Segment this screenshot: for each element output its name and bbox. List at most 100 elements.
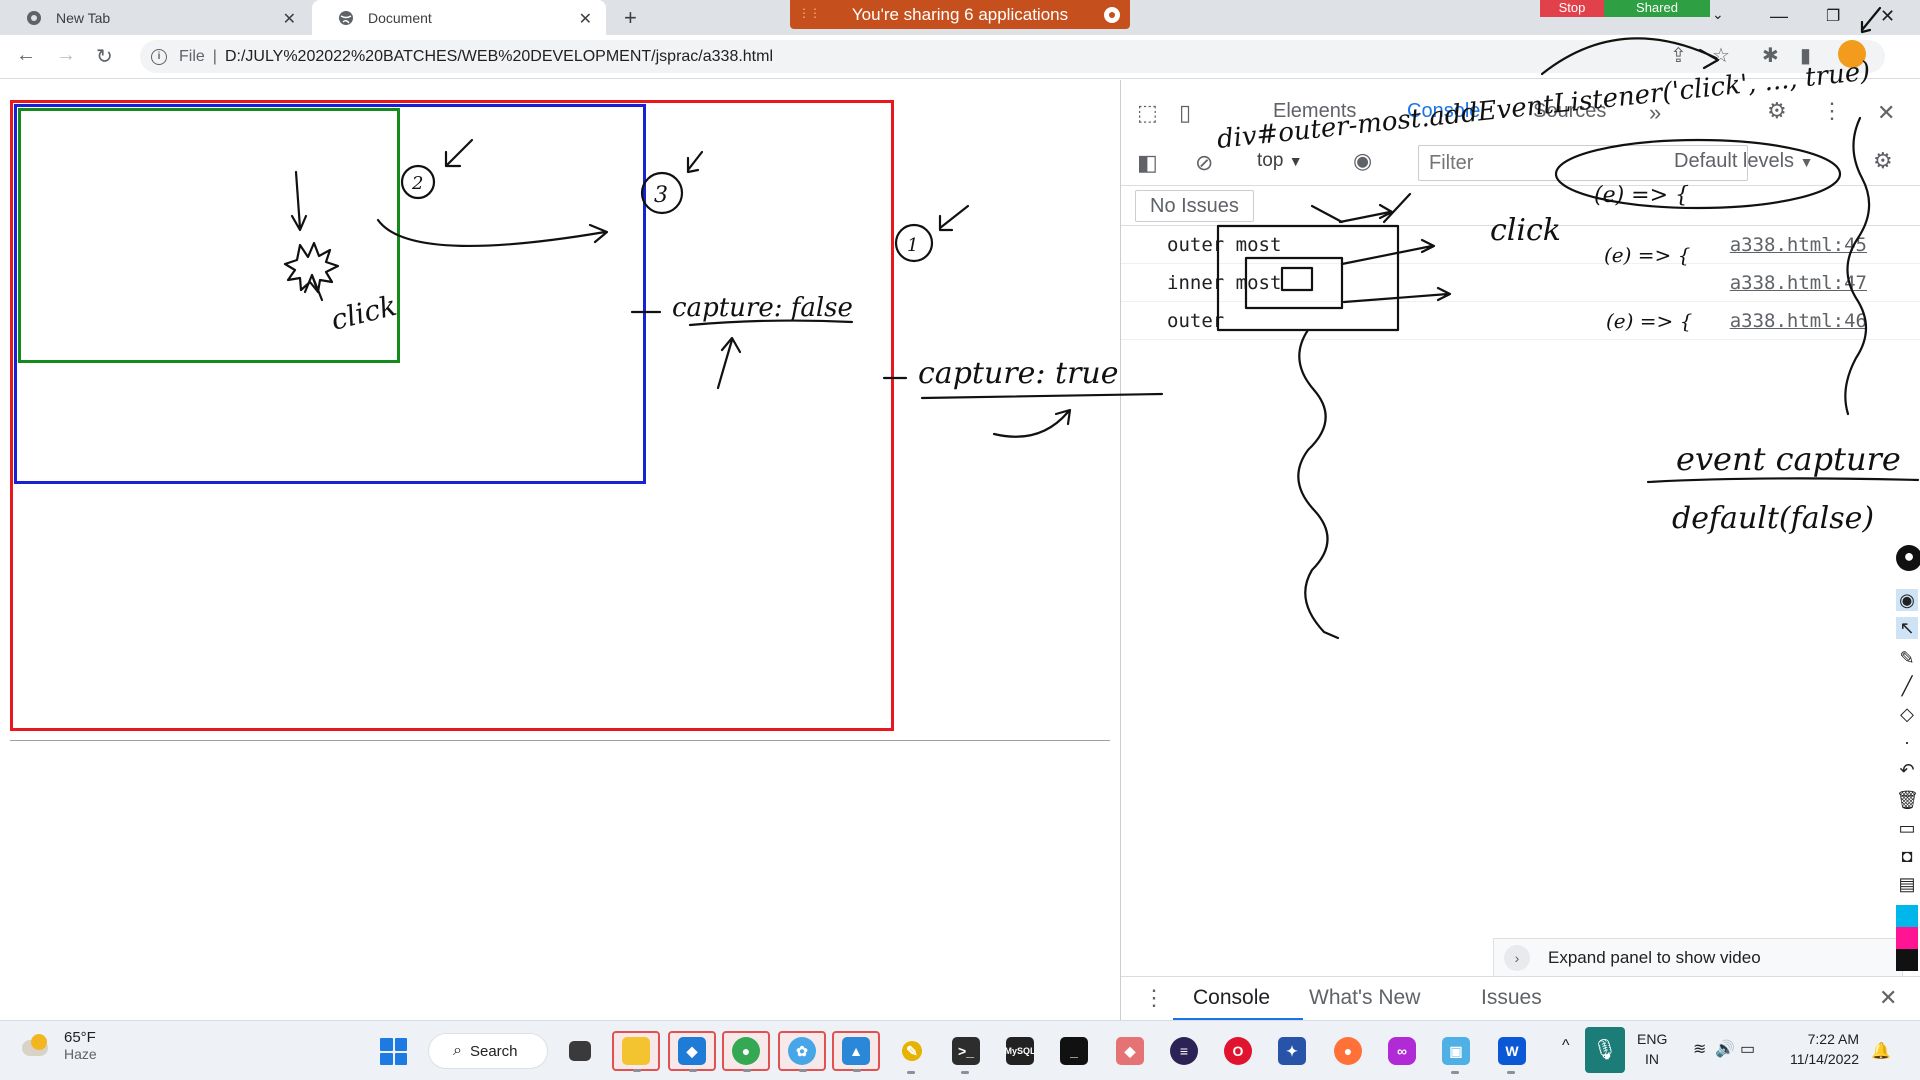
close-tab-icon[interactable]: ✕ (579, 9, 592, 29)
forward-icon[interactable]: → (56, 44, 76, 67)
eraser-tool-icon[interactable]: ◇ (1896, 703, 1918, 725)
firefox-icon[interactable]: ● (1324, 1031, 1372, 1071)
taskbar-search-button[interactable]: ⌕ Search (428, 1033, 548, 1069)
address-bar[interactable]: i File | D:/JULY%202022%20BATCHES/WEB%20… (140, 40, 1885, 73)
whiteboard-icon[interactable]: ▭ (1896, 817, 1918, 839)
webex-icon[interactable]: W (1488, 1031, 1536, 1074)
close-tab-icon[interactable]: ✕ (283, 9, 296, 29)
info-icon[interactable]: i (151, 48, 167, 65)
stop-sharing-button[interactable]: Stop (1540, 0, 1604, 17)
kali-icon[interactable]: ✦ (1268, 1031, 1316, 1071)
clock-date[interactable]: 11/14/2022 (1773, 1051, 1859, 1067)
star-icon[interactable]: ☆ (1712, 43, 1730, 68)
dot-tool-icon[interactable]: · (1896, 731, 1918, 753)
terminal-icon[interactable]: >_ (942, 1031, 990, 1074)
language-top[interactable]: ENG (1637, 1031, 1667, 1047)
pen-app-icon[interactable]: ✎ (888, 1031, 936, 1074)
tab-elements[interactable]: Elements (1273, 100, 1356, 123)
eraser-app-icon[interactable]: ◆ (1106, 1031, 1154, 1071)
clock-time[interactable]: 7:22 AM (1787, 1031, 1859, 1047)
wifi-icon[interactable]: ≋ (1693, 1039, 1706, 1059)
game-app-icon[interactable]: ∞ (1378, 1031, 1426, 1071)
color-magenta-swatch[interactable] (1896, 927, 1918, 949)
language-bottom[interactable]: IN (1645, 1051, 1659, 1067)
sidebar-toggle-icon[interactable]: ◧ (1137, 150, 1158, 176)
profile-avatar[interactable] (1838, 40, 1866, 68)
tab-console[interactable]: Console (1407, 100, 1480, 123)
undo-icon[interactable]: ↶ (1896, 759, 1918, 781)
back-icon[interactable]: ← (16, 44, 36, 67)
close-window-icon[interactable]: ✕ (1880, 6, 1895, 27)
drag-handle-icon[interactable]: ⋮⋮ (798, 6, 821, 20)
url-scheme: File (179, 47, 205, 65)
inspect-element-icon[interactable]: ⬚ (1137, 100, 1158, 126)
log-source-link[interactable]: a338.html:45 (1730, 234, 1867, 256)
shared-button[interactable]: Shared (1604, 0, 1710, 17)
color-cyan-swatch[interactable] (1896, 905, 1918, 927)
close-drawer-icon[interactable]: ✕ (1879, 985, 1897, 1011)
file-explorer-icon[interactable] (612, 1031, 660, 1072)
console-filter-bar: ◧ ⊘ top ▼ ◉ Filter Default levels ▼ ⚙ (1121, 140, 1920, 186)
volume-icon[interactable]: 🔊 (1715, 1039, 1735, 1059)
microphone-icon[interactable]: 🎙 (1585, 1027, 1625, 1073)
opera-icon[interactable]: O (1214, 1031, 1262, 1071)
eclipse-icon[interactable]: ≡ (1160, 1031, 1208, 1071)
tab-new-tab[interactable]: New Tab ✕ (0, 0, 310, 35)
control-panel-icon[interactable]: ▣ (1432, 1031, 1480, 1074)
device-toolbar-icon[interactable]: ▯ (1179, 100, 1191, 126)
eye-icon[interactable]: ◉ (1353, 148, 1372, 174)
color-black-swatch[interactable] (1896, 949, 1918, 971)
task-view-icon[interactable] (556, 1031, 604, 1071)
inner-most-div[interactable] (18, 108, 400, 363)
extensions-icon[interactable]: ✱ (1762, 43, 1779, 68)
mysql-shell-icon[interactable]: MySQL (996, 1031, 1044, 1071)
chevron-down-icon[interactable]: ⌄ (1712, 6, 1724, 23)
drawer-tab-whats-new[interactable]: What's New (1309, 986, 1420, 1010)
line-tool-icon[interactable]: ╱ (1896, 675, 1918, 697)
annotation-toolbar: ● ◉ ↖ ✎ ╱ ◇ · ↶ 🗑 ▭ ◘ ▤ (1890, 545, 1920, 975)
drawer-menu-icon[interactable]: ⋮ (1143, 985, 1165, 1011)
restore-icon[interactable]: ❐ (1826, 6, 1840, 26)
notification-bell-icon[interactable]: 🔔 (1871, 1041, 1891, 1061)
console-settings-gear-icon[interactable]: ⚙ (1873, 148, 1893, 174)
weather-widget[interactable]: 65°F Haze (22, 1029, 97, 1062)
more-tabs-icon[interactable]: » (1649, 100, 1661, 126)
no-issues-badge[interactable]: No Issues (1135, 190, 1254, 222)
eye-tool-icon[interactable]: ◉ (1896, 589, 1918, 611)
cursor-tool-icon[interactable]: ↖ (1896, 617, 1918, 639)
battery-icon[interactable]: ▭ (1740, 1039, 1755, 1059)
trash-icon[interactable]: 🗑 (1896, 789, 1919, 811)
new-tab-button[interactable]: + (624, 5, 637, 31)
photos-app-icon[interactable]: ▲ (832, 1031, 880, 1072)
minimize-icon[interactable]: — (1770, 6, 1788, 27)
command-prompt-icon[interactable]: _ (1050, 1031, 1098, 1071)
clear-console-icon[interactable]: ⊘ (1195, 150, 1213, 176)
tab-sources[interactable]: Sources (1533, 100, 1606, 123)
windows-start-icon[interactable] (380, 1038, 407, 1065)
log-message: outer most (1167, 234, 1282, 256)
chevron-right-icon[interactable]: › (1504, 945, 1530, 971)
pen-tool-icon[interactable]: ● (1896, 545, 1920, 571)
paint-app-icon[interactable]: ✿ (778, 1031, 826, 1072)
reload-icon[interactable]: ↻ (96, 44, 113, 69)
chrome-taskbar-icon[interactable]: ● (722, 1031, 770, 1072)
log-source-link[interactable]: a338.html:46 (1730, 310, 1867, 332)
expand-video-panel[interactable]: › Expand panel to show video (1493, 938, 1903, 978)
record-icon[interactable] (1104, 7, 1120, 23)
marker-tool-icon[interactable]: ✎ (1896, 647, 1918, 669)
camera-icon[interactable]: ◘ (1896, 845, 1918, 867)
drawer-tab-console[interactable]: Console (1193, 986, 1270, 1010)
clipboard-icon[interactable]: ▤ (1896, 873, 1918, 895)
vscode-icon[interactable]: ◆ (668, 1031, 716, 1072)
drawer-tab-issues[interactable]: Issues (1481, 986, 1542, 1010)
close-devtools-icon[interactable]: ✕ (1877, 100, 1895, 126)
log-source-link[interactable]: a338.html:47 (1730, 272, 1867, 294)
settings-gear-icon[interactable]: ⚙ (1767, 98, 1787, 124)
more-options-icon[interactable]: ⋮ (1821, 98, 1843, 124)
chevron-up-icon[interactable]: ^ (1562, 1037, 1570, 1055)
side-panel-icon[interactable]: ▮ (1800, 43, 1811, 68)
log-levels-dropdown[interactable]: Default levels ▼ (1674, 150, 1813, 173)
context-selector[interactable]: top ▼ (1257, 150, 1303, 172)
share-icon[interactable]: ⇪ (1670, 43, 1687, 68)
tab-document[interactable]: Document ✕ (312, 0, 606, 35)
